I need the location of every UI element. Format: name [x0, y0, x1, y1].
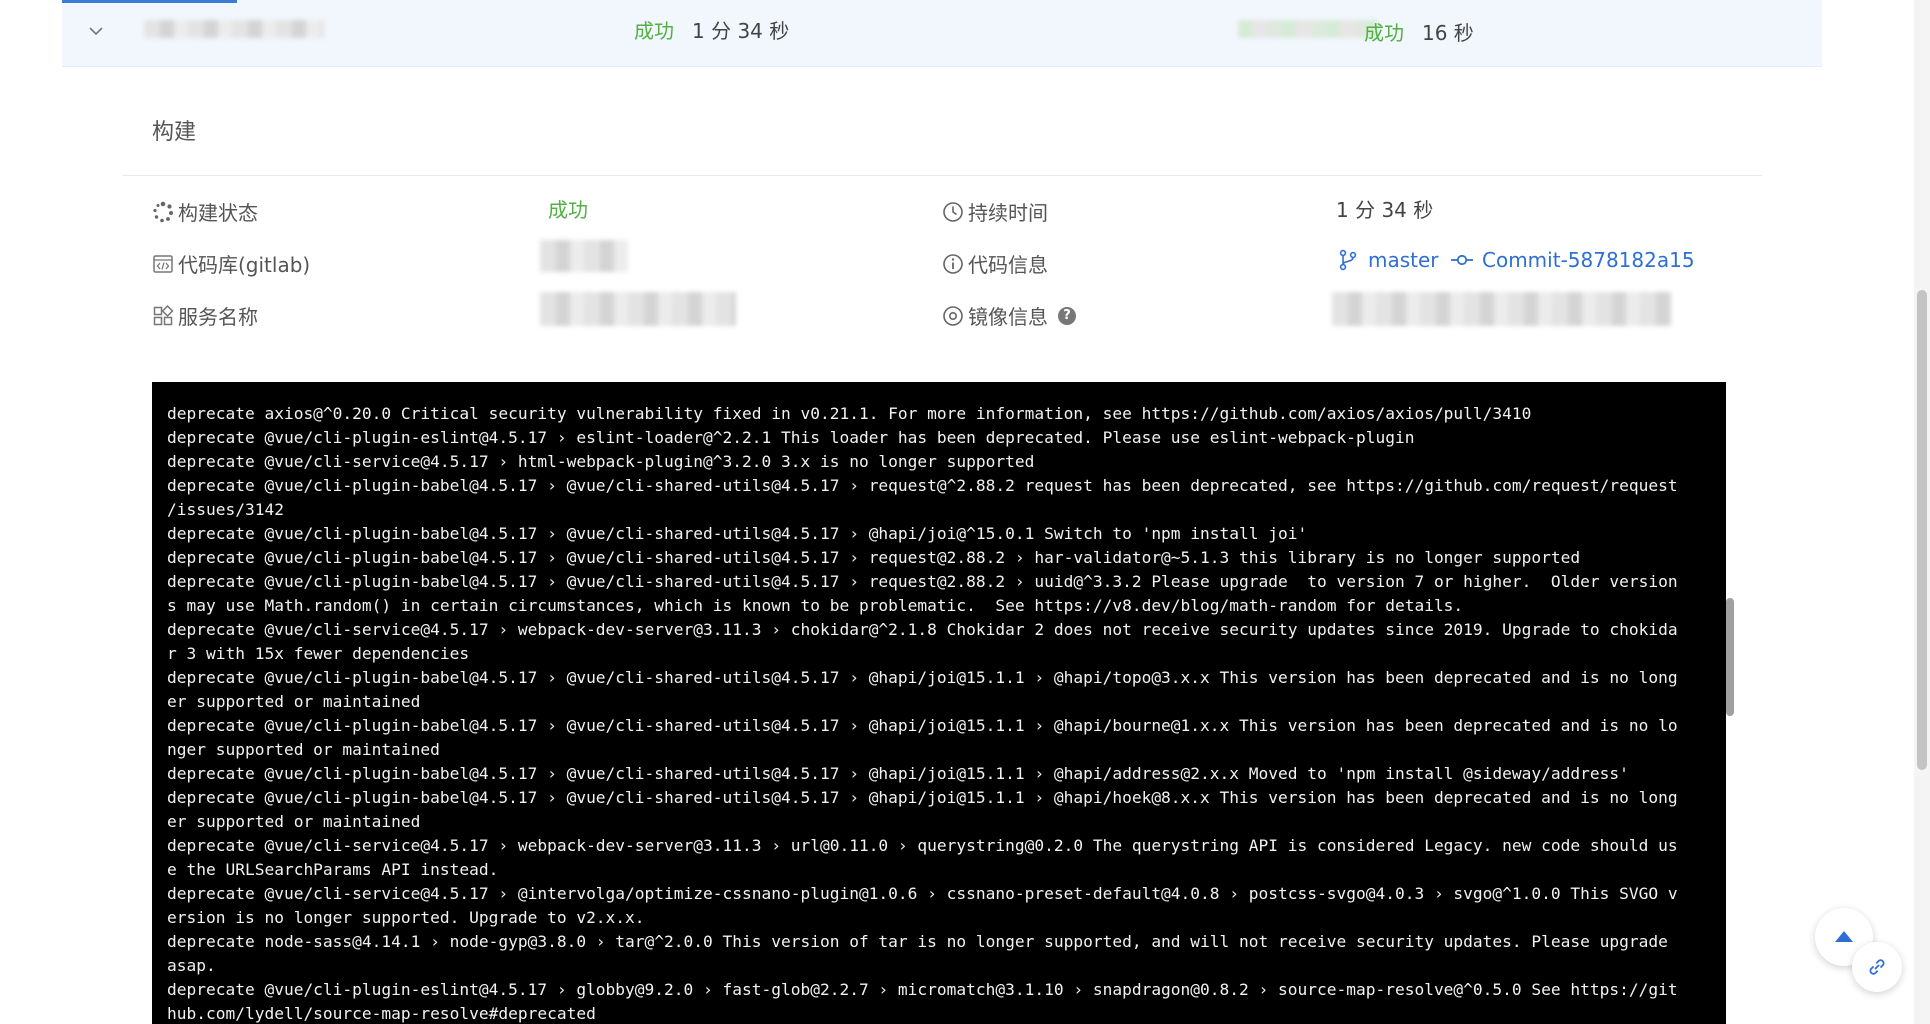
chevron-down-icon[interactable]	[84, 19, 108, 43]
service-name-label-text: 服务名称	[178, 305, 258, 329]
build-log-console[interactable]: deprecate axios@^0.20.0 Critical securit…	[152, 382, 1726, 1024]
branch-name: master	[1368, 248, 1439, 272]
image-info-label: 镜像信息 ?	[942, 301, 1076, 330]
section-title: 构建	[152, 120, 197, 145]
service-name-label: 服务名称	[152, 301, 258, 330]
branch-icon	[1339, 249, 1357, 271]
code-info-label: 代码信息	[942, 249, 1048, 278]
build-status-label: 构建状态	[152, 197, 258, 226]
repo-label-text: 代码库(gitlab)	[178, 253, 311, 277]
pipeline-row[interactable]: 成功 1 分 34 秒 成功 16 秒	[62, 0, 1822, 67]
build-log-text: deprecate axios@^0.20.0 Critical securit…	[167, 404, 1678, 1023]
pipeline-status: 成功	[634, 19, 674, 43]
console-scrollbar[interactable]	[1726, 598, 1734, 716]
active-indicator	[62, 0, 237, 3]
page-scrollbar-track[interactable]	[1914, 0, 1930, 1024]
code-file-icon	[153, 254, 173, 273]
code-info-label-text: 代码信息	[968, 253, 1048, 277]
redacted-service-name	[540, 292, 736, 326]
stage-duration: 16 秒	[1422, 21, 1474, 45]
redacted-repo-name	[540, 240, 628, 272]
pipeline-duration: 1 分 34 秒	[692, 19, 790, 43]
page-scrollbar-thumb[interactable]	[1917, 290, 1927, 770]
apps-icon	[153, 304, 174, 325]
commit-link[interactable]: Commit-5878182a15	[1450, 248, 1695, 272]
disc-icon	[943, 305, 963, 326]
duration-value: 1 分 34 秒	[1336, 198, 1434, 222]
spinner-icon	[153, 201, 173, 222]
build-status-label-text: 构建状态	[178, 201, 258, 225]
redacted-image-info	[1332, 292, 1672, 326]
image-info-label-text: 镜像信息	[968, 305, 1048, 329]
redacted-stage-name	[1238, 20, 1378, 38]
clock-icon	[943, 201, 963, 222]
redacted-pipeline-name	[144, 20, 324, 38]
info-icon	[943, 253, 963, 274]
duration-label: 持续时间	[942, 197, 1048, 226]
help-icon[interactable]: ?	[1058, 306, 1076, 325]
arrow-up-icon	[1835, 931, 1853, 942]
link-icon	[1869, 959, 1885, 975]
commit-id: Commit-5878182a15	[1482, 248, 1695, 272]
link-button[interactable]	[1852, 942, 1902, 992]
commit-icon	[1451, 254, 1473, 266]
repo-label: 代码库(gitlab)	[152, 249, 310, 278]
duration-label-text: 持续时间	[968, 201, 1048, 225]
build-status-value: 成功	[548, 198, 588, 222]
divider	[122, 175, 1762, 176]
branch-link[interactable]: master	[1338, 248, 1439, 272]
stage-status: 成功	[1364, 21, 1404, 45]
